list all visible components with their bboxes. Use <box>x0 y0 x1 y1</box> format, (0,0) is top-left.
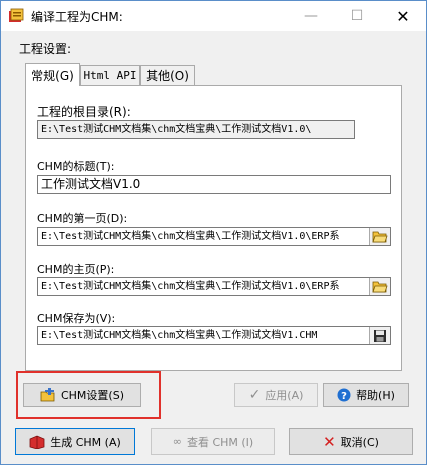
chm-title-field[interactable]: 工作测试文档V1.0 <box>37 175 391 194</box>
cancel-x-icon: ✕ <box>323 432 336 451</box>
save-as-field[interactable]: E:\Test测试CHM文档集\chm文档宝典\工作测试文档V1.CHM <box>41 330 317 341</box>
app-icon <box>9 8 24 22</box>
chm-settings-label: CHM设置(S) <box>60 389 124 402</box>
first-page-field-box: E:\Test测试CHM文档集\chm文档宝典\工作测试文档V1.0\ERP系 <box>37 227 391 246</box>
root-dir-label: 工程的根目录(R): <box>37 105 131 119</box>
chm-settings-button[interactable]: CHM设置(S) <box>23 383 141 407</box>
title-bar[interactable]: 编译工程为CHM: — ☐ ✕ <box>1 1 426 31</box>
tab-general[interactable]: 常规(G) <box>25 63 80 86</box>
cancel-label: 取消(C) <box>340 435 379 449</box>
maximize-icon: ☐ <box>350 8 364 24</box>
home-page-field-box: E:\Test测试CHM文档集\chm文档宝典\工作测试文档V1.0\ERP系 <box>37 277 391 296</box>
settings-folder-icon <box>40 388 55 402</box>
close-button[interactable]: ✕ <box>380 1 426 31</box>
generate-chm-label: 生成 CHM (A) <box>50 435 121 449</box>
home-page-browse-button[interactable] <box>369 278 390 295</box>
book-icon <box>29 435 45 449</box>
apply-button[interactable]: ✓ 应用(A) <box>234 383 318 407</box>
apply-label: 应用(A) <box>265 389 304 402</box>
chm-title-label: CHM的标题(T): <box>37 160 115 173</box>
cancel-button[interactable]: ✕ 取消(C) <box>289 428 413 455</box>
home-page-field[interactable]: E:\Test测试CHM文档集\chm文档宝典\工作测试文档V1.0\ERP系 <box>41 281 339 292</box>
open-folder-icon <box>372 281 388 292</box>
first-page-label: CHM的第一页(D): <box>37 212 128 225</box>
tab-other[interactable]: 其他(O) <box>140 65 195 85</box>
minimize-button[interactable]: — <box>288 1 334 31</box>
close-icon: ✕ <box>396 6 410 26</box>
save-as-label: CHM保存为(V): <box>37 312 116 325</box>
home-page-label: CHM的主页(P): <box>37 263 115 276</box>
binoculars-icon: ∞ <box>172 435 182 448</box>
help-icon: ? <box>337 388 351 402</box>
view-chm-button[interactable]: ∞ 查看 CHM (I) <box>151 428 275 455</box>
compile-chm-dialog: 编译工程为CHM: — ☐ ✕ 工程设置: 常规(G) Html API 其他(… <box>0 0 427 465</box>
svg-text:?: ? <box>341 391 347 402</box>
window-title: 编译工程为CHM: <box>31 10 123 24</box>
root-dir-field[interactable]: E:\Test测试CHM文档集\chm文档宝典\工作测试文档V1.0\ <box>37 120 355 139</box>
check-icon: ✓ <box>248 387 261 403</box>
tab-html-api[interactable]: Html API <box>80 65 140 85</box>
generate-chm-button[interactable]: 生成 CHM (A) <box>15 428 135 455</box>
help-button[interactable]: ? 帮助(H) <box>323 383 409 407</box>
help-label: 帮助(H) <box>356 389 395 402</box>
view-chm-label: 查看 CHM (I) <box>186 435 254 449</box>
save-as-browse-button[interactable] <box>369 327 390 344</box>
save-as-field-box: E:\Test测试CHM文档集\chm文档宝典\工作测试文档V1.CHM <box>37 326 391 345</box>
maximize-button[interactable]: ☐ <box>334 1 380 31</box>
open-folder-icon <box>372 231 388 242</box>
save-disk-icon <box>374 329 386 342</box>
first-page-field[interactable]: E:\Test测试CHM文档集\chm文档宝典\工作测试文档V1.0\ERP系 <box>41 231 339 242</box>
project-settings-label: 工程设置: <box>19 42 72 56</box>
minimize-icon: — <box>304 8 318 24</box>
first-page-browse-button[interactable] <box>369 228 390 245</box>
